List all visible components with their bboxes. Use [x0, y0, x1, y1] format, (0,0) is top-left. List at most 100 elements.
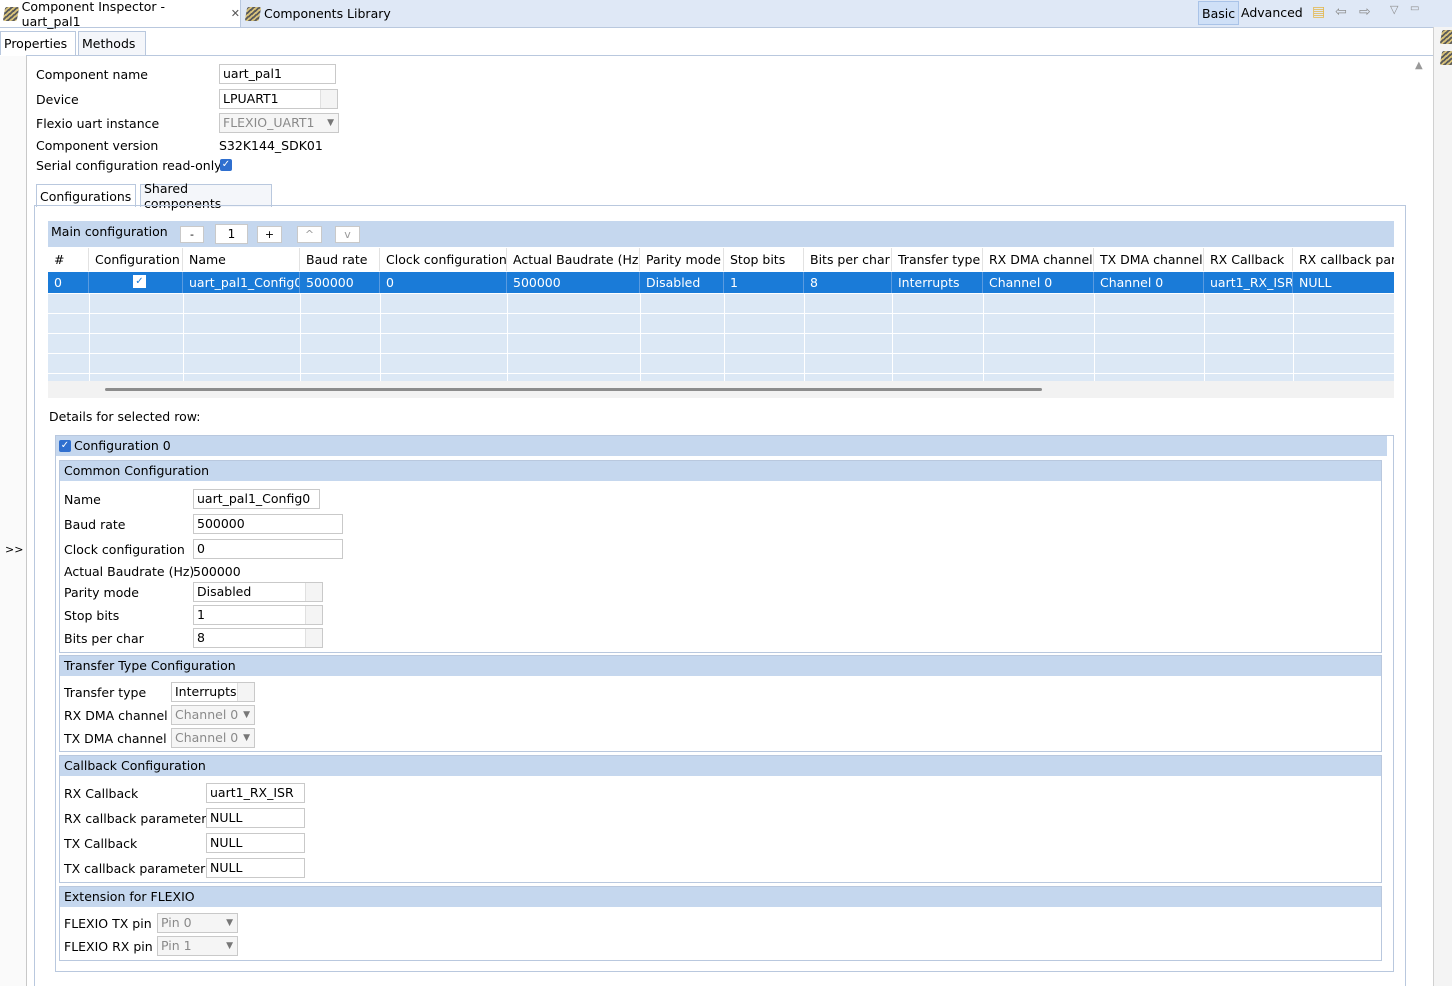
chevron-down-icon: ▼ — [243, 710, 250, 720]
table-cell[interactable]: 500000 — [507, 272, 640, 293]
component-name-input[interactable]: uart_pal1 — [219, 64, 336, 84]
column-divider — [183, 293, 184, 381]
readonly-checkbox[interactable]: ✓ — [220, 159, 232, 171]
table-cell[interactable]: NULL — [1293, 272, 1394, 293]
column-header[interactable]: Bits per char — [804, 248, 892, 271]
baud-rate-input[interactable]: 500000 — [193, 514, 343, 534]
details-label: Details for selected row: — [49, 409, 201, 424]
basic-mode-button[interactable]: Basic — [1198, 1, 1240, 25]
config-name-input[interactable]: uart_pal1_Config0 — [193, 489, 320, 509]
version-value: S32K144_SDK01 — [219, 138, 323, 153]
tab-methods[interactable]: Methods — [78, 31, 146, 55]
back-arrow-icon[interactable]: ⇦ — [1335, 4, 1347, 20]
column-header[interactable]: Name — [183, 248, 300, 271]
tx-callback-param-input[interactable]: NULL — [206, 858, 305, 878]
component-name-label: Component name — [36, 67, 148, 82]
scroll-thumb[interactable] — [105, 388, 1042, 391]
column-divider — [300, 293, 301, 381]
parity-mode-select[interactable]: Disabled — [193, 582, 323, 602]
chevron-down-icon: ▼ — [243, 733, 250, 743]
actual-baud-value: 500000 — [193, 564, 241, 579]
move-up-button[interactable]: ^ — [297, 226, 322, 243]
column-header[interactable]: Configuration — [89, 248, 183, 271]
library-icon — [244, 6, 262, 21]
tx-callback-param-label: TX callback parameter — [64, 861, 206, 876]
column-divider — [1293, 293, 1294, 381]
column-header[interactable]: Transfer type — [892, 248, 983, 271]
table-cell[interactable]: 500000 — [300, 272, 380, 293]
flexio-tx-pin-label: FLEXIO TX pin — [64, 916, 152, 931]
minimize-icon[interactable]: ▭ — [1410, 3, 1419, 14]
rx-callback-label: RX Callback — [64, 786, 139, 801]
tab-shared-components[interactable]: Shared components — [140, 181, 272, 211]
column-header[interactable]: RX Callback — [1204, 248, 1293, 271]
library-icon[interactable] — [1439, 51, 1452, 65]
column-header[interactable]: Stop bits — [724, 248, 804, 271]
bits-per-char-select[interactable]: 8 — [193, 628, 323, 648]
table-cell[interactable]: ✓ — [89, 272, 183, 293]
transfer-type-select[interactable]: Interrupts — [171, 682, 255, 702]
remove-config-button[interactable]: - — [180, 226, 204, 243]
rx-callback-input[interactable]: uart1_RX_ISR — [206, 783, 305, 803]
column-header[interactable]: Clock configuration — [380, 248, 507, 271]
chevron-down-icon: ▼ — [327, 118, 334, 128]
new-note-icon[interactable]: ▤ — [1312, 4, 1325, 20]
right-trim-strip — [1433, 27, 1452, 986]
table-cell[interactable]: Channel 0 — [983, 272, 1094, 293]
close-icon[interactable]: ✕ — [231, 7, 240, 20]
advanced-mode-button[interactable]: Advanced — [1238, 1, 1306, 23]
table-cell[interactable]: Channel 0 — [1094, 272, 1204, 293]
tab-component-inspector[interactable]: Component Inspector - uart_pal1 ✕ — [0, 0, 241, 29]
column-header[interactable]: Baud rate — [300, 248, 380, 271]
column-header[interactable]: RX DMA channel — [983, 248, 1094, 271]
parity-mode-label: Parity mode — [64, 585, 139, 600]
left-collapse-strip — [0, 56, 27, 986]
rx-callback-param-label: RX callback parameter — [64, 811, 207, 826]
config-enabled-checkbox[interactable]: ✓ — [59, 440, 71, 452]
instance-select: FLEXIO_UART1 ▼ — [219, 113, 339, 133]
table-cell[interactable]: 8 — [804, 272, 892, 293]
column-header[interactable]: TX DMA channel — [1094, 248, 1204, 271]
config-index-input[interactable]: 1 — [215, 224, 248, 244]
table-cell[interactable]: 0 — [48, 272, 89, 293]
table-cell[interactable]: Interrupts — [892, 272, 983, 293]
table-cell[interactable]: uart_pal1_Config0 — [183, 272, 300, 293]
component-icon[interactable] — [1439, 30, 1452, 44]
column-divider — [89, 293, 90, 381]
chevron-down-icon: ▼ — [226, 941, 233, 951]
column-header[interactable]: Actual Baudrate (Hz) — [507, 248, 640, 271]
view-menu-icon[interactable]: ▽ — [1390, 3, 1398, 16]
table-cell[interactable]: Disabled — [640, 272, 724, 293]
table-cell[interactable]: uart1_RX_ISR — [1204, 272, 1293, 293]
transfer-type-label: Transfer type — [64, 685, 147, 700]
column-divider — [640, 293, 641, 381]
readonly-label: Serial configuration read-only — [36, 158, 222, 173]
move-down-button[interactable]: v — [335, 226, 360, 243]
component-icon — [2, 6, 19, 21]
row-enabled-checkbox[interactable]: ✓ — [133, 275, 146, 288]
table-cell[interactable]: 0 — [380, 272, 507, 293]
column-header[interactable]: Parity mode — [640, 248, 724, 271]
rx-dma-label: RX DMA channel — [64, 708, 168, 723]
rx-callback-param-input[interactable]: NULL — [206, 808, 305, 828]
actual-baud-label: Actual Baudrate (Hz) — [64, 564, 195, 579]
column-header[interactable]: RX callback para — [1293, 248, 1394, 271]
forward-arrow-icon[interactable]: ⇨ — [1359, 4, 1371, 20]
add-config-button[interactable]: + — [257, 226, 282, 243]
scroll-up-icon[interactable]: ▲ — [1415, 60, 1423, 71]
device-select[interactable]: LPUART1 — [219, 89, 338, 109]
column-divider — [983, 293, 984, 381]
instance-label: Flexio uart instance — [36, 116, 160, 131]
expand-panel-button[interactable]: >> — [5, 543, 23, 556]
clock-config-input[interactable]: 0 — [193, 539, 343, 559]
column-header[interactable]: # — [48, 248, 89, 271]
tab-components-library[interactable]: Components Library — [242, 0, 392, 27]
tab-configurations[interactable]: Configurations — [36, 184, 136, 207]
flexio-rx-pin-select: Pin 1 ▼ — [157, 936, 238, 956]
table-cell[interactable]: 1 — [724, 272, 804, 293]
tx-callback-input[interactable]: NULL — [206, 833, 305, 853]
clock-config-label: Clock configuration — [64, 542, 185, 557]
stop-bits-select[interactable]: 1 — [193, 605, 323, 625]
tx-dma-label: TX DMA channel — [64, 731, 167, 746]
tab-properties[interactable]: Properties — [0, 31, 76, 55]
